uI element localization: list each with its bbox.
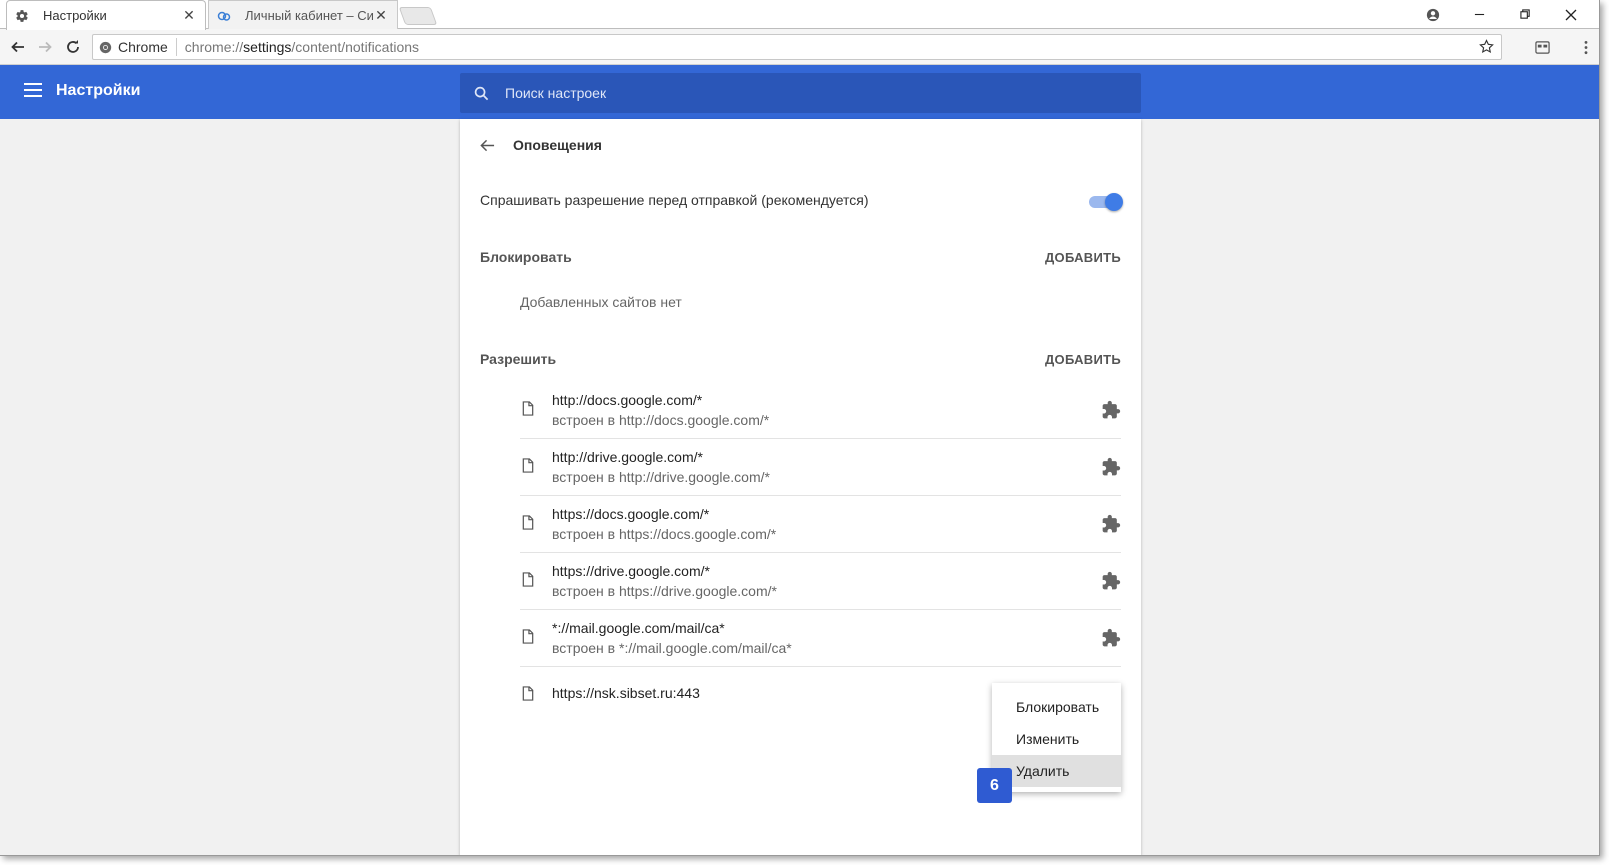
site-row[interactable]: *://mail.google.com/mail/ca* встроен в *… <box>520 610 1121 667</box>
step-number-badge: 6 <box>977 768 1012 803</box>
new-tab-button[interactable] <box>398 7 438 25</box>
file-icon <box>522 458 534 473</box>
site-url: http://docs.google.com/* <box>552 392 703 408</box>
puzzle-icon[interactable] <box>1101 457 1121 477</box>
block-add-button[interactable]: ДОБАВИТЬ <box>1045 250 1121 265</box>
more-menu-icon[interactable] <box>1576 37 1596 57</box>
chrome-icon <box>99 41 112 53</box>
minimize-button[interactable] <box>1456 0 1502 29</box>
site-embedded-text: встроен в https://drive.google.com/* <box>552 583 777 599</box>
settings-header: Настройки <box>0 65 1599 119</box>
settings-search[interactable] <box>460 73 1141 113</box>
file-icon <box>522 686 534 701</box>
ask-permission-toggle[interactable] <box>1089 193 1123 211</box>
url-prefix: chrome:// <box>184 39 244 55</box>
file-icon <box>522 629 534 644</box>
puzzle-icon[interactable] <box>1101 514 1121 534</box>
allow-add-button[interactable]: ДОБАВИТЬ <box>1045 352 1121 367</box>
site-embedded-text: встроен в *://mail.google.com/mail/ca* <box>552 640 792 656</box>
site-url: http://drive.google.com/* <box>552 449 703 465</box>
address-bar[interactable]: Chrome chrome://settings/content/notific… <box>92 34 1502 60</box>
subpage-title: Оповещения <box>513 137 602 153</box>
reload-button[interactable] <box>63 37 83 57</box>
close-icon[interactable]: ✕ <box>181 7 197 24</box>
site-row[interactable]: https://docs.google.com/* встроен в http… <box>520 496 1121 553</box>
search-input[interactable] <box>505 85 1105 101</box>
profile-icon[interactable] <box>1410 0 1456 29</box>
tab-strip: Настройки ✕ Личный кабинет – Сибирские С… <box>0 0 1599 30</box>
subpage-header: Оповещения <box>480 137 602 153</box>
arrow-right-icon <box>39 41 52 53</box>
site-url: https://docs.google.com/* <box>552 506 710 522</box>
allow-section-label: Разрешить <box>480 351 557 367</box>
url-host: settings <box>243 39 292 55</box>
url-text[interactable]: chrome://settings/content/notifications <box>177 39 419 55</box>
hamburger-menu-icon[interactable] <box>24 83 42 97</box>
file-icon <box>522 401 534 416</box>
menu-item-edit[interactable]: Изменить <box>992 723 1121 755</box>
site-embedded-text: встроен в http://docs.google.com/* <box>552 412 770 428</box>
toggle-knob <box>1105 193 1123 211</box>
allow-site-list: http://docs.google.com/* встроен в http:… <box>520 382 1121 724</box>
site-embedded-text: встроен в http://drive.google.com/* <box>552 469 770 485</box>
site-row[interactable]: https://drive.google.com/* встроен в htt… <box>520 553 1121 610</box>
star-icon[interactable] <box>1478 38 1495 55</box>
site-url: https://drive.google.com/* <box>552 563 710 579</box>
close-icon[interactable]: ✕ <box>373 7 389 24</box>
block-empty-text: Добавленных сайтов нет <box>520 294 682 310</box>
forward-button[interactable] <box>35 37 55 57</box>
tab-settings[interactable]: Настройки ✕ <box>6 0 206 30</box>
browser-toolbar: Chrome chrome://settings/content/notific… <box>0 29 1599 65</box>
arrow-left-icon <box>11 41 24 53</box>
puzzle-icon[interactable] <box>1101 400 1121 420</box>
sibset-icon <box>217 11 231 21</box>
block-section-label: Блокировать <box>480 249 572 265</box>
file-icon <box>522 515 534 530</box>
site-url: *://mail.google.com/mail/ca* <box>552 620 725 636</box>
site-row[interactable]: http://docs.google.com/* встроен в http:… <box>520 382 1121 439</box>
ask-permission-label: Спрашивать разрешение перед отправкой (р… <box>480 192 869 208</box>
back-button[interactable] <box>8 37 28 57</box>
site-row[interactable]: http://drive.google.com/* встроен в http… <box>520 439 1121 496</box>
tab-sibset[interactable]: Личный кабинет – Сибирские Сети ✕ <box>208 0 398 29</box>
puzzle-icon[interactable] <box>1101 571 1121 591</box>
site-url: https://nsk.sibset.ru:443 <box>552 685 700 701</box>
extension-icon[interactable] <box>1532 37 1552 57</box>
tab-title: Настройки <box>43 8 107 23</box>
close-window-button[interactable] <box>1548 0 1594 29</box>
file-icon <box>522 572 534 587</box>
puzzle-icon[interactable] <box>1101 628 1121 648</box>
page-title: Настройки <box>56 82 141 99</box>
browser-window: Настройки ✕ Личный кабинет – Сибирские С… <box>0 0 1600 856</box>
url-path: /content/notifications <box>291 39 420 55</box>
restore-button[interactable] <box>1502 0 1548 29</box>
site-embedded-text: встроен в https://docs.google.com/* <box>552 526 777 542</box>
back-arrow-icon[interactable] <box>480 138 495 153</box>
origin-chip[interactable]: Chrome <box>93 38 177 56</box>
origin-label: Chrome <box>118 39 168 55</box>
reload-icon <box>67 40 79 53</box>
search-icon <box>474 86 489 100</box>
tab-title: Личный кабинет – Сибирские Сети <box>245 7 373 23</box>
menu-item-block[interactable]: Блокировать <box>992 691 1121 723</box>
gear-icon <box>16 10 28 22</box>
